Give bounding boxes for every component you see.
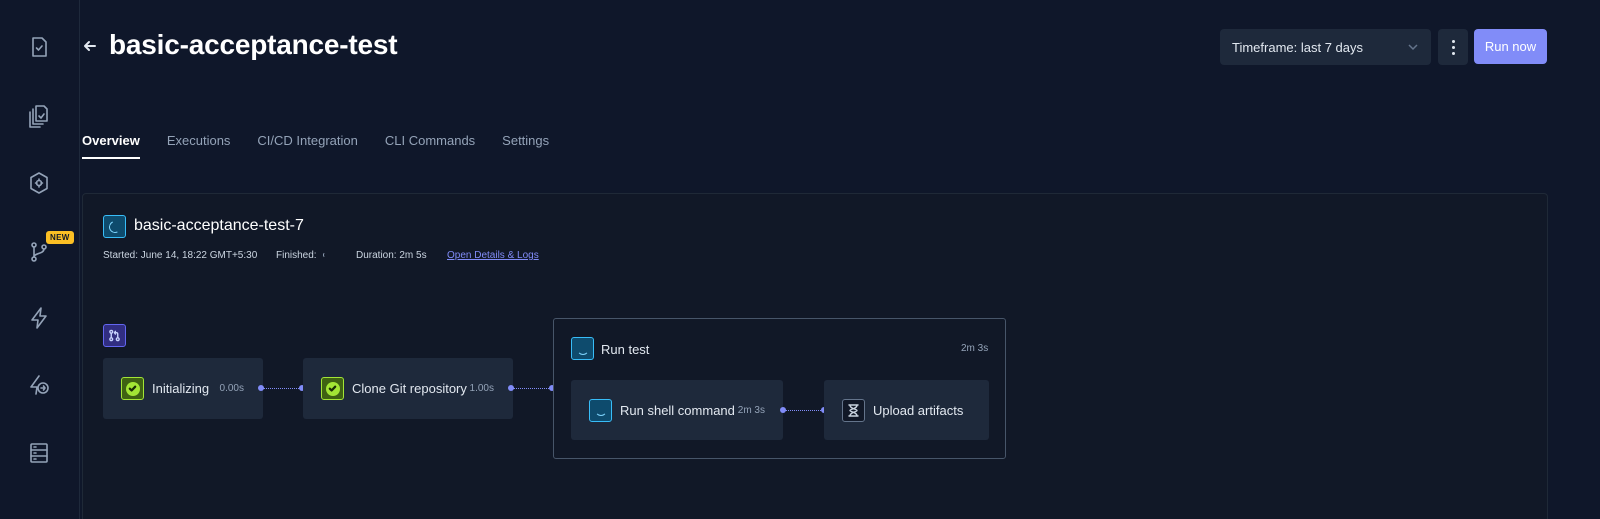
timeframe-label: Timeframe: last 7 days xyxy=(1232,39,1364,55)
group-label: Run test xyxy=(601,342,650,357)
tab-overview[interactable]: Overview xyxy=(82,133,140,159)
more-dot xyxy=(1451,51,1455,55)
started-time: Started: June 14, 18:22 GMT+5:30 xyxy=(103,250,258,261)
tab-bar: Overview Executions CI/CD Integration CL… xyxy=(82,133,576,159)
triggers-icon[interactable] xyxy=(24,303,54,333)
running-status-icon xyxy=(571,337,594,360)
git-pull-request-icon xyxy=(103,324,126,347)
sources-icon[interactable] xyxy=(24,438,54,468)
sidebar: NEW xyxy=(0,0,80,519)
hourglass-icon xyxy=(842,398,865,422)
webhooks-icon[interactable] xyxy=(24,370,54,400)
loading-icon xyxy=(322,252,329,259)
tab-executions[interactable]: Executions xyxy=(167,133,231,159)
open-details-link[interactable]: Open Details & Logs xyxy=(447,250,539,261)
finished-label: Finished: xyxy=(276,250,317,261)
test-icon[interactable] xyxy=(24,32,54,62)
step-run-shell-command[interactable]: Run shell command 2m 3s xyxy=(571,380,783,440)
step-upload-artifacts[interactable]: Upload artifacts xyxy=(824,380,989,440)
back-arrow-icon[interactable] xyxy=(80,36,100,56)
step-duration: 1.00s xyxy=(469,383,494,394)
test-suites-icon[interactable] xyxy=(24,101,54,131)
more-dot xyxy=(1451,39,1455,43)
success-check-icon xyxy=(121,377,144,400)
step-duration: 0.00s xyxy=(219,383,244,394)
timeframe-select[interactable]: Timeframe: last 7 days xyxy=(1220,29,1431,65)
step-label: Upload artifacts xyxy=(873,402,964,418)
step-label: Clone Git repository xyxy=(352,381,467,396)
chevron-down-icon xyxy=(1407,41,1419,53)
execution-name: basic-acceptance-test-7 xyxy=(134,217,304,234)
step-initializing[interactable]: Initializing 0.00s xyxy=(103,358,263,419)
page-title: basic-acceptance-test xyxy=(109,29,398,60)
connector-line xyxy=(263,388,301,390)
success-check-icon xyxy=(321,377,344,400)
step-label: Run shell command xyxy=(620,402,735,418)
step-duration: 2m 3s xyxy=(737,404,765,416)
new-badge: NEW xyxy=(46,231,74,244)
running-status-icon xyxy=(103,215,126,238)
more-options-button[interactable] xyxy=(1438,29,1468,65)
tab-settings[interactable]: Settings xyxy=(502,133,549,159)
run-now-button[interactable]: Run now xyxy=(1474,29,1547,64)
duration: Duration: 2m 5s xyxy=(356,250,427,261)
running-status-icon xyxy=(589,398,612,422)
group-duration: 2m 3s xyxy=(961,343,989,354)
tab-cicd-integration[interactable]: CI/CD Integration xyxy=(257,133,357,159)
executors-icon[interactable] xyxy=(24,168,54,198)
step-clone-git-repository[interactable]: Clone Git repository 1.00s xyxy=(303,358,513,419)
finished-time: Finished: xyxy=(276,250,329,261)
more-dot xyxy=(1451,45,1455,49)
connector-line xyxy=(513,388,551,390)
tab-cli-commands[interactable]: CLI Commands xyxy=(385,133,475,159)
connector-line xyxy=(785,410,823,412)
step-label: Initializing xyxy=(152,381,210,396)
